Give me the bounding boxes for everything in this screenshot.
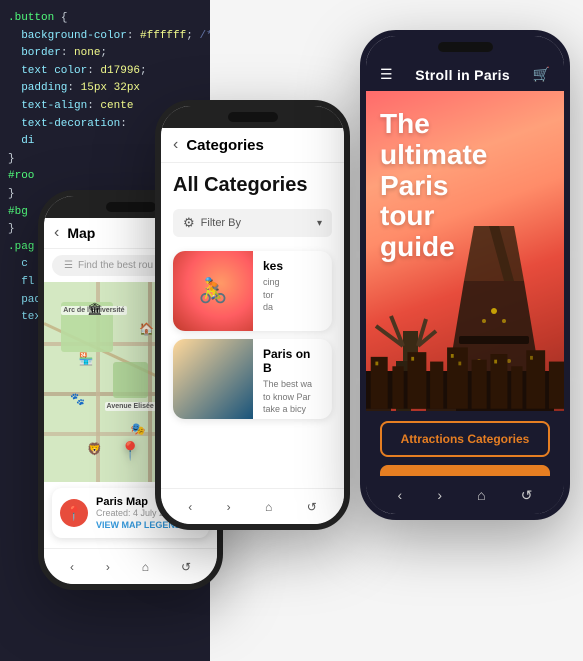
back-button-map[interactable]: ‹: [54, 224, 59, 242]
attractions-categories-button[interactable]: Attractions Categories: [380, 421, 550, 457]
nav-refresh-cat[interactable]: ↺: [307, 500, 317, 514]
nav-refresh-map[interactable]: ↺: [181, 560, 191, 574]
thumb-bikes: [173, 251, 253, 331]
headline-line1: The: [380, 109, 487, 140]
map-icon-emoji2: 🏠: [139, 322, 154, 336]
card-content-bikes: kes cing tor da: [253, 251, 332, 331]
cat-bottom-nav: ‹ › ⌂ ↺: [161, 488, 344, 524]
filter-icon: ⚙: [183, 215, 195, 231]
filter-bar[interactable]: ⚙ Filter By ▾: [173, 209, 332, 237]
nav-back-guide[interactable]: ‹: [398, 487, 403, 503]
card-desc-paris: The best wa to know Par take a bicy: [263, 378, 322, 416]
filter-label: Filter By: [201, 217, 241, 229]
map-title: Map: [67, 225, 95, 241]
phone-guide: ☰ Stroll in Paris 🛒 The ultimate Paris t…: [360, 30, 570, 520]
map-icon-emoji8: 🦁: [87, 442, 102, 456]
phone-categories: ‹ Categories All Categories ⚙ Filter By …: [155, 100, 350, 530]
nav-back-cat[interactable]: ‹: [188, 500, 192, 514]
categories-card-list: kes cing tor da Paris on B The best wa t…: [161, 243, 344, 427]
nav-home-cat[interactable]: ⌂: [265, 500, 272, 514]
nav-forward-cat[interactable]: ›: [227, 500, 231, 514]
notch-guide: [438, 42, 493, 52]
filter-chevron: ▾: [317, 218, 322, 229]
nav-home-map[interactable]: ⌂: [142, 560, 149, 574]
headline-line3: Paris: [380, 171, 487, 202]
headline-line2: ultimate: [380, 140, 487, 171]
all-categories-heading: All Categories: [161, 163, 344, 203]
categories-title: Categories: [186, 137, 264, 154]
map-icon-emoji1: 🏛: [87, 302, 102, 316]
guide-bottom-nav: ‹ › ⌂ ↺: [366, 476, 564, 514]
map-icon-emoji3: 🏪: [79, 352, 94, 366]
menu-icon-guide[interactable]: ☰: [380, 66, 393, 83]
categories-header: ‹ Categories: [161, 128, 344, 163]
nav-forward-guide[interactable]: ›: [437, 487, 442, 503]
back-button-cat[interactable]: ‹: [173, 136, 178, 154]
map-card-icon: 📍: [60, 499, 88, 527]
cart-icon-guide[interactable]: 🛒: [533, 66, 550, 83]
hero-section: The ultimate Paris tour guide: [366, 91, 564, 411]
phones-area: ‹ Map ☰ Find the best rou Arc de l'Unive…: [0, 0, 583, 661]
card-name-bikes: kes: [263, 259, 322, 273]
menu-icon-map: ☰: [64, 260, 73, 271]
map-bottom-nav: ‹ › ⌂ ↺: [44, 548, 217, 584]
thumb-paris: [173, 339, 253, 419]
map-icon-emoji6: 🐾: [70, 392, 85, 406]
card-name-paris: Paris on B: [263, 347, 322, 375]
card-desc-bikes: cing tor da: [263, 276, 322, 314]
map-icon-emoji7: 🎭: [131, 422, 146, 436]
card-content-paris: Paris on B The best wa to know Par take …: [253, 339, 332, 419]
nav-forward-map[interactable]: ›: [106, 560, 110, 574]
category-card-bikes[interactable]: kes cing tor da: [173, 251, 332, 331]
notch-map: [106, 202, 156, 212]
search-placeholder-map: Find the best rou: [78, 260, 153, 271]
guide-top-bar: ☰ Stroll in Paris 🛒: [366, 58, 564, 91]
nav-refresh-guide[interactable]: ↺: [521, 487, 533, 504]
app-title-guide: Stroll in Paris: [415, 67, 510, 83]
nav-back-map[interactable]: ‹: [70, 560, 74, 574]
notch-bar-guide: [366, 36, 564, 58]
nav-home-guide[interactable]: ⌂: [477, 487, 485, 503]
city-skyline: [366, 331, 564, 411]
category-card-paris[interactable]: Paris on B The best wa to know Par take …: [173, 339, 332, 419]
notch-cat: [228, 112, 278, 122]
map-marker: 📍: [119, 441, 141, 462]
notch-bar-cat: [161, 106, 344, 128]
